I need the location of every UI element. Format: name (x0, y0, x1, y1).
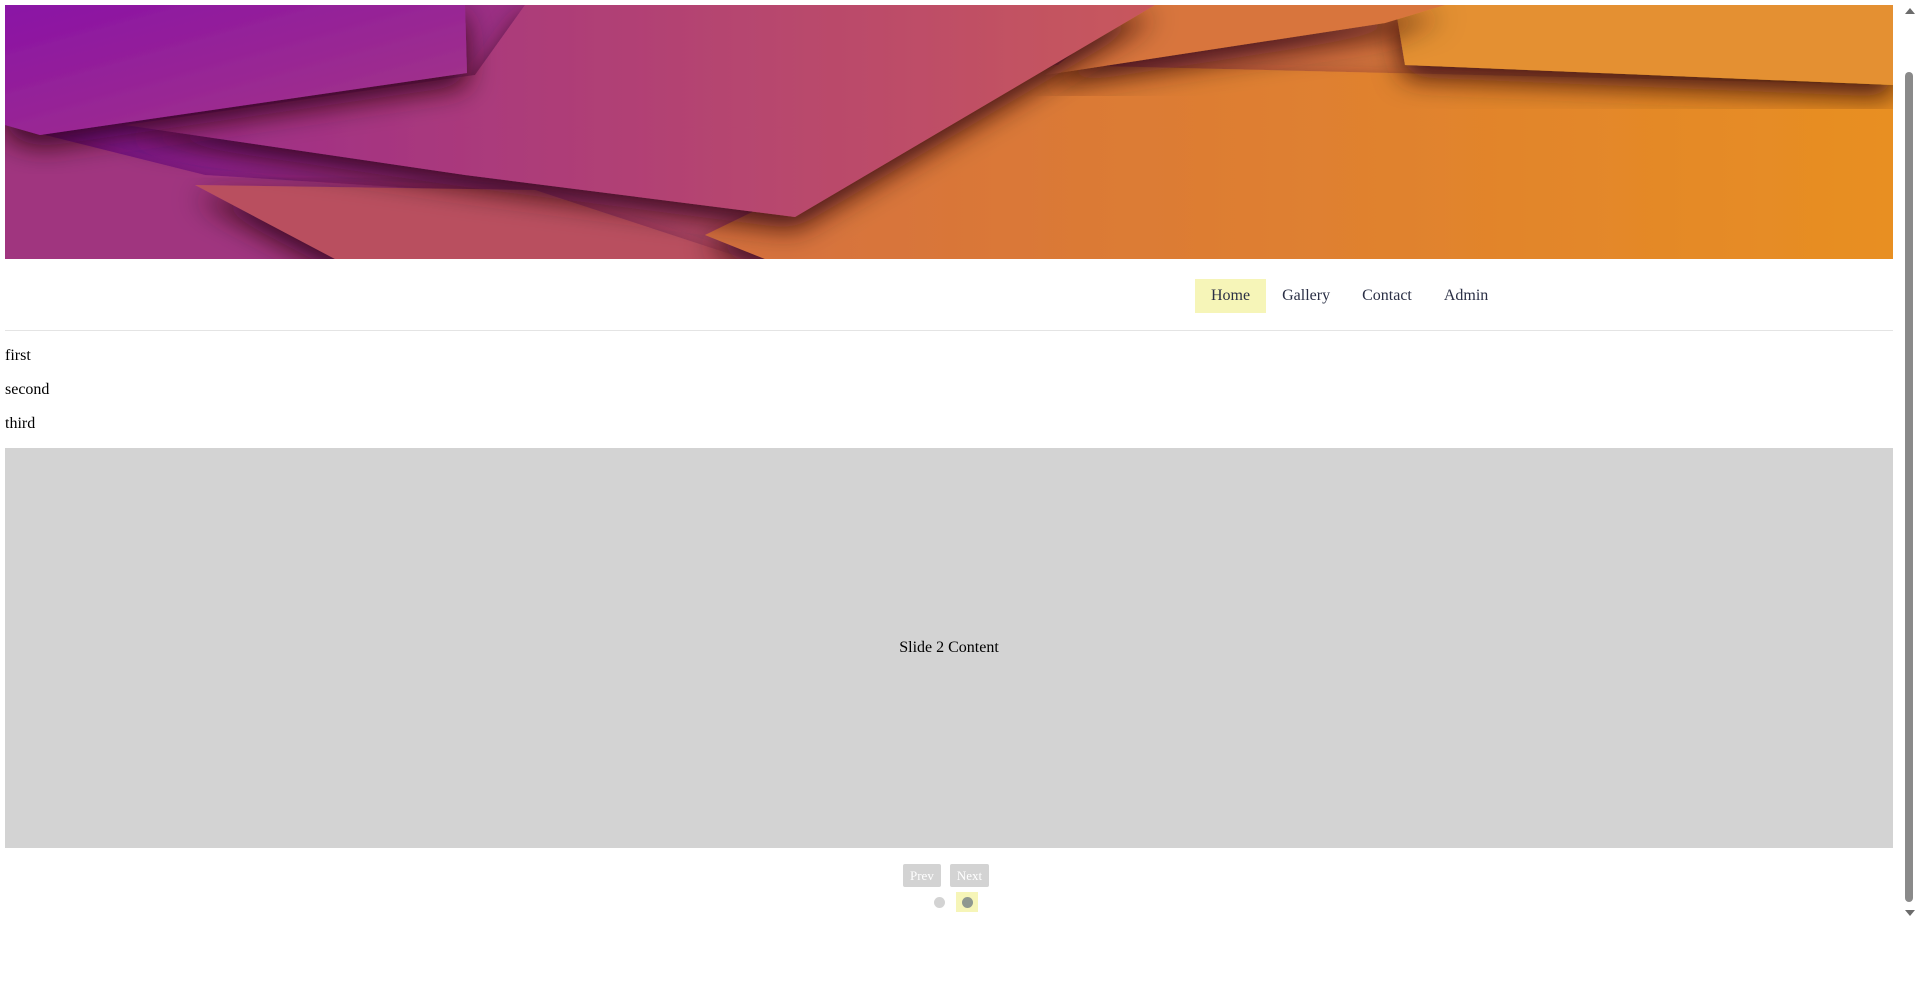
nav-item-home[interactable]: Home (1195, 279, 1267, 313)
dot-icon (933, 896, 945, 908)
slider-dot-2[interactable] (956, 892, 978, 912)
nav-item-admin[interactable]: Admin (1428, 279, 1504, 313)
nav-item-contact[interactable]: Contact (1346, 279, 1428, 313)
prev-button[interactable]: Prev (903, 864, 941, 887)
dot-icon (961, 896, 973, 908)
scroll-down-arrow-icon[interactable] (1905, 910, 1915, 916)
main-navigation: Home Gallery Contact Admin (5, 259, 1893, 331)
vertical-scrollbar[interactable] (1901, 0, 1917, 925)
hero-abstract-shapes (5, 5, 1893, 259)
scrollbar-thumb[interactable] (1905, 72, 1913, 902)
slider-slide: Slide 2 Content (5, 448, 1893, 848)
text-list: first second third (5, 344, 49, 446)
hero-banner-image (5, 5, 1893, 259)
slider-dots (928, 892, 978, 912)
scroll-up-arrow-icon[interactable] (1905, 8, 1915, 14)
list-item: second (5, 381, 50, 398)
page: Home Gallery Contact Admin first second … (0, 0, 1917, 989)
list-item: first (5, 347, 31, 364)
next-button[interactable]: Next (949, 864, 990, 887)
nav-item-gallery[interactable]: Gallery (1266, 279, 1346, 313)
list-item: third (5, 415, 36, 432)
nav-list: Home Gallery Contact Admin (1195, 279, 1504, 313)
slider-dot-1[interactable] (928, 892, 950, 912)
slide-content-text: Slide 2 Content (899, 639, 999, 656)
slider-controls: Prev Next (903, 864, 990, 887)
